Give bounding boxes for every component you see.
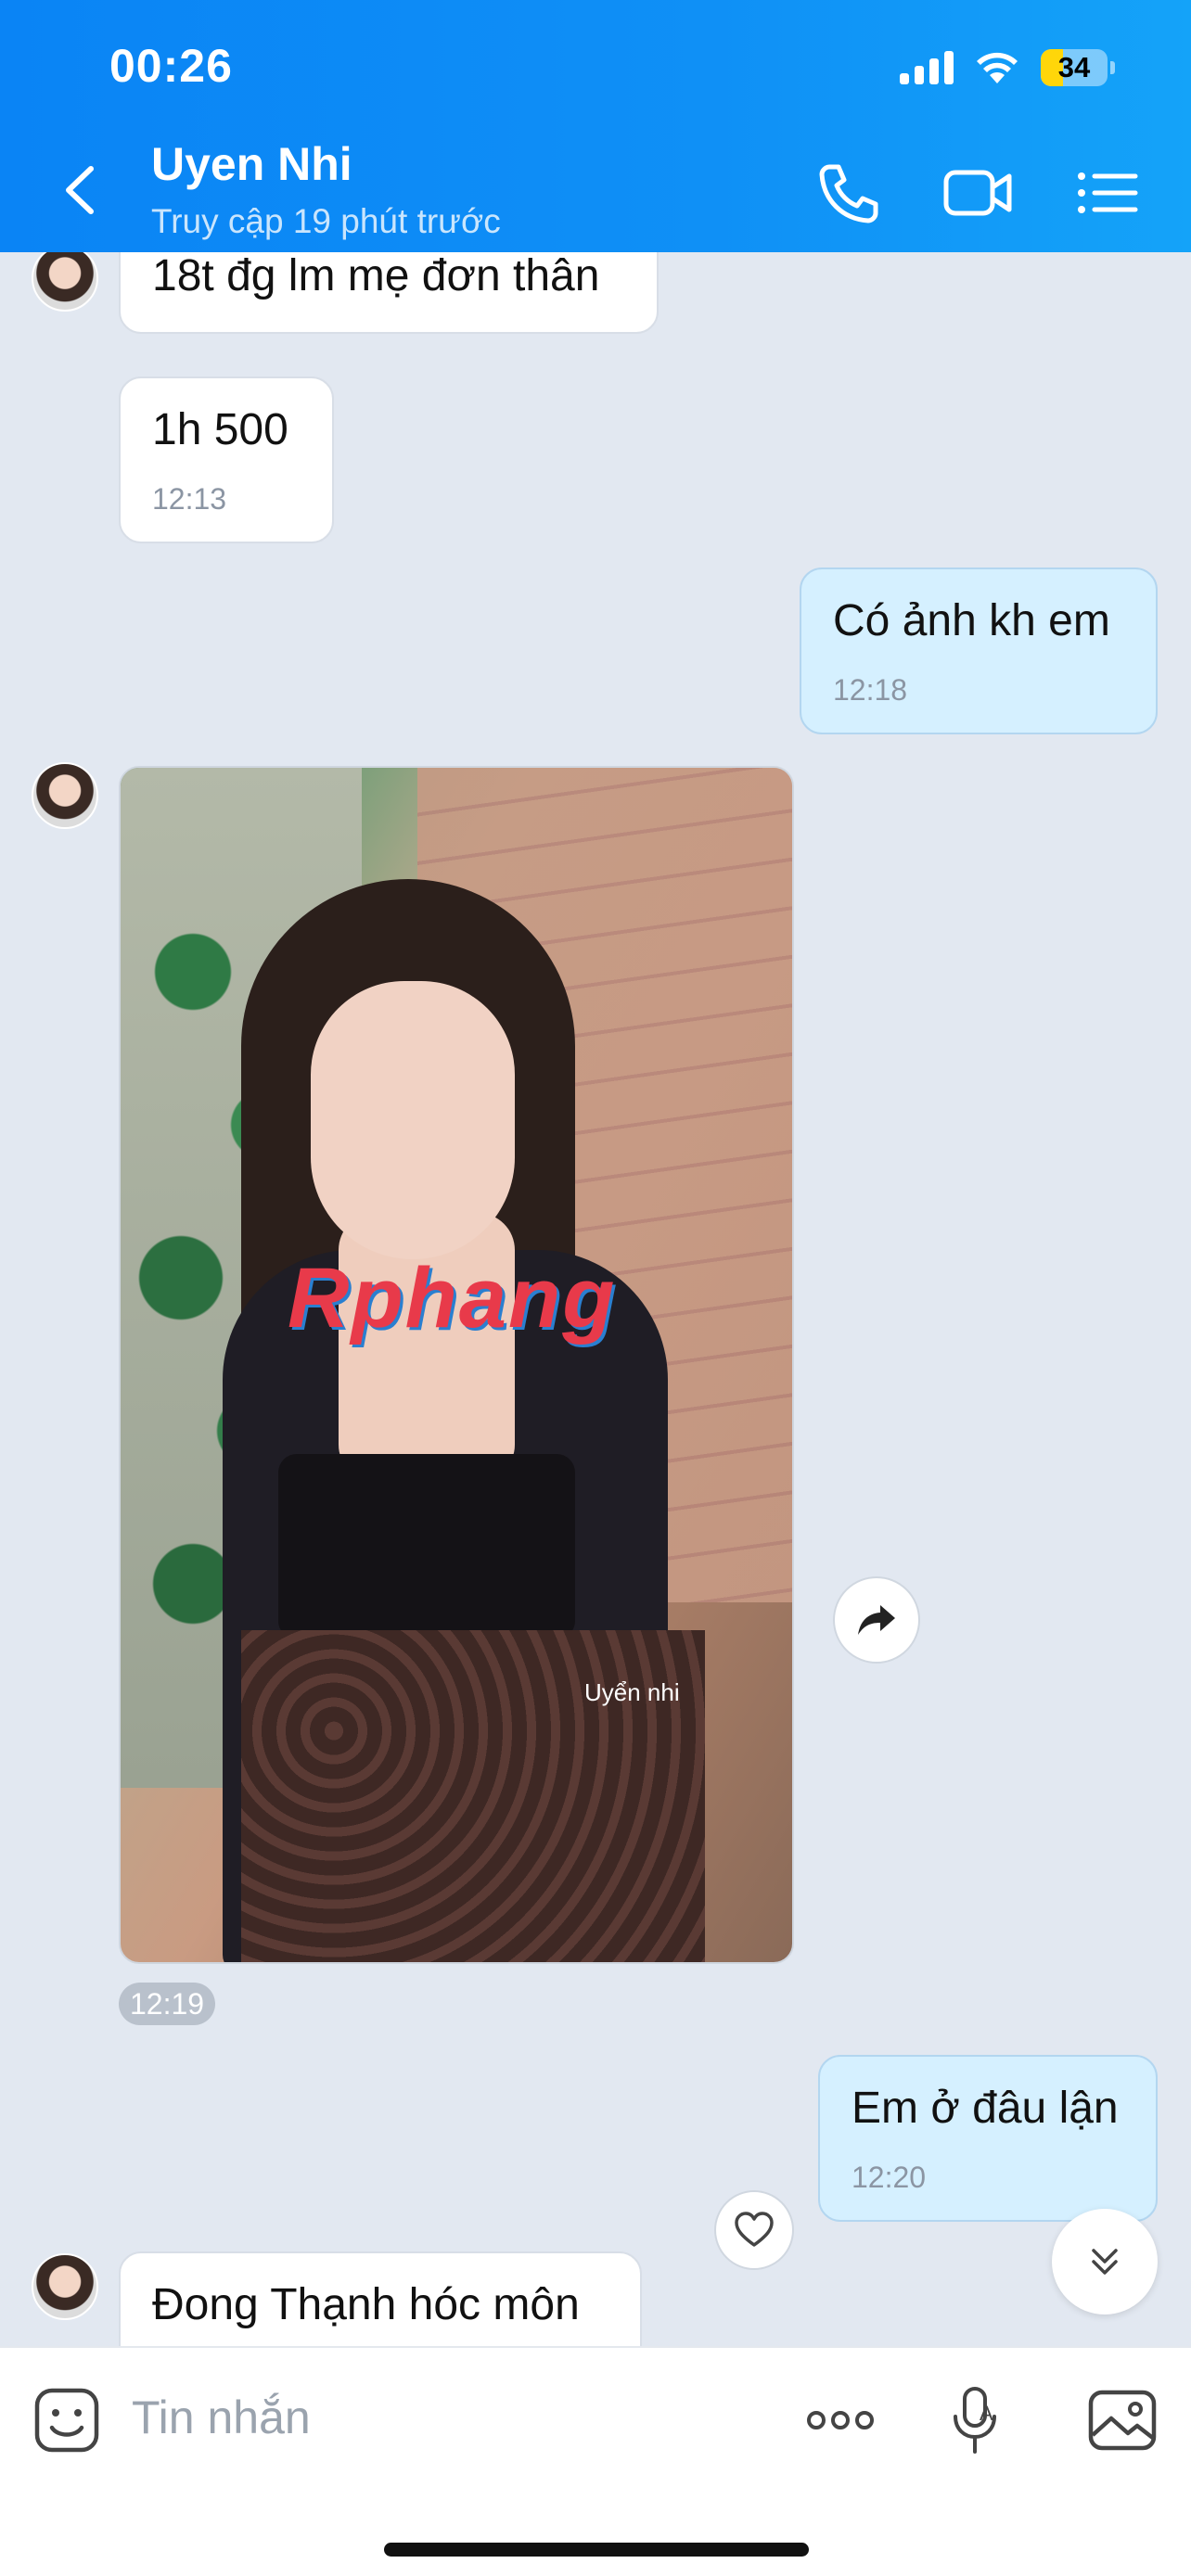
- status-time: 00:26: [109, 40, 233, 92]
- battery-level: 34: [1057, 51, 1091, 83]
- chat-header: 00:26 34 Uyen Nhi Truy cập 19 phút trước: [0, 0, 1191, 252]
- message-bubble[interactable]: Đong Thạnh hóc môn: [119, 2251, 642, 2346]
- home-indicator: [384, 2543, 809, 2557]
- message-input[interactable]: Tin nhắn: [132, 2391, 311, 2444]
- message-text: Em ở đâu lận: [852, 2084, 1119, 2133]
- video-call-icon[interactable]: [941, 158, 1015, 228]
- message-text: 1h 500: [152, 405, 288, 454]
- composer-bar: Tin nhắn A: [0, 2346, 1191, 2576]
- back-icon[interactable]: [56, 158, 104, 223]
- menu-icon[interactable]: [1072, 158, 1146, 228]
- avatar[interactable]: [32, 2253, 98, 2320]
- message-text: Đong Thạnh hóc môn: [152, 2280, 580, 2329]
- avatar[interactable]: [32, 252, 98, 312]
- photo-message[interactable]: Rphang Uyển nhi: [119, 766, 794, 1964]
- photo-caption: Uyển nhi: [584, 1678, 680, 1706]
- forward-icon: [858, 1605, 895, 1635]
- scroll-to-bottom-button[interactable]: [1052, 2209, 1158, 2315]
- message-bubble[interactable]: Có ảnh kh em 12:18: [800, 567, 1158, 734]
- image-icon[interactable]: [1085, 2383, 1159, 2457]
- message-list[interactable]: 18t đg lm mẹ đơn thân 1h 500 12:13 Có ản…: [0, 252, 1191, 2346]
- more-icon[interactable]: [803, 2383, 877, 2457]
- contact-status: Truy cập 19 phút trước: [151, 202, 501, 240]
- heart-icon: [735, 2212, 774, 2247]
- message-text: Có ảnh kh em: [833, 596, 1110, 645]
- svg-text:A: A: [980, 2402, 993, 2425]
- message-time: 12:18: [833, 673, 908, 707]
- phone-icon[interactable]: [813, 158, 887, 228]
- voice-input-icon[interactable]: A: [939, 2383, 1013, 2457]
- message-time: 12:19: [119, 1983, 216, 2025]
- message-bubble[interactable]: 18t đg lm mẹ đơn thân: [119, 252, 659, 334]
- wifi-icon: [977, 52, 1018, 83]
- contact-name[interactable]: Uyen Nhi: [151, 137, 352, 191]
- forward-button[interactable]: [833, 1576, 920, 1664]
- message-time: 12:13: [152, 482, 227, 516]
- avatar[interactable]: [32, 762, 98, 829]
- message-bubble[interactable]: 1h 500 12:13: [119, 376, 334, 543]
- message-time: 12:20: [852, 2161, 927, 2194]
- signal-icon: [900, 51, 954, 84]
- react-button[interactable]: [714, 2190, 794, 2270]
- message-bubble[interactable]: Em ở đâu lận 12:20: [818, 2055, 1158, 2222]
- message-text: 18t đg lm mẹ đơn thân: [152, 252, 600, 300]
- double-chevron-down-icon: [1092, 2249, 1118, 2275]
- battery-icon: 34: [1041, 49, 1115, 86]
- sticker-icon[interactable]: [30, 2383, 104, 2457]
- status-indicators: 34: [900, 45, 1115, 91]
- photo-watermark: Rphang: [288, 1251, 617, 1345]
